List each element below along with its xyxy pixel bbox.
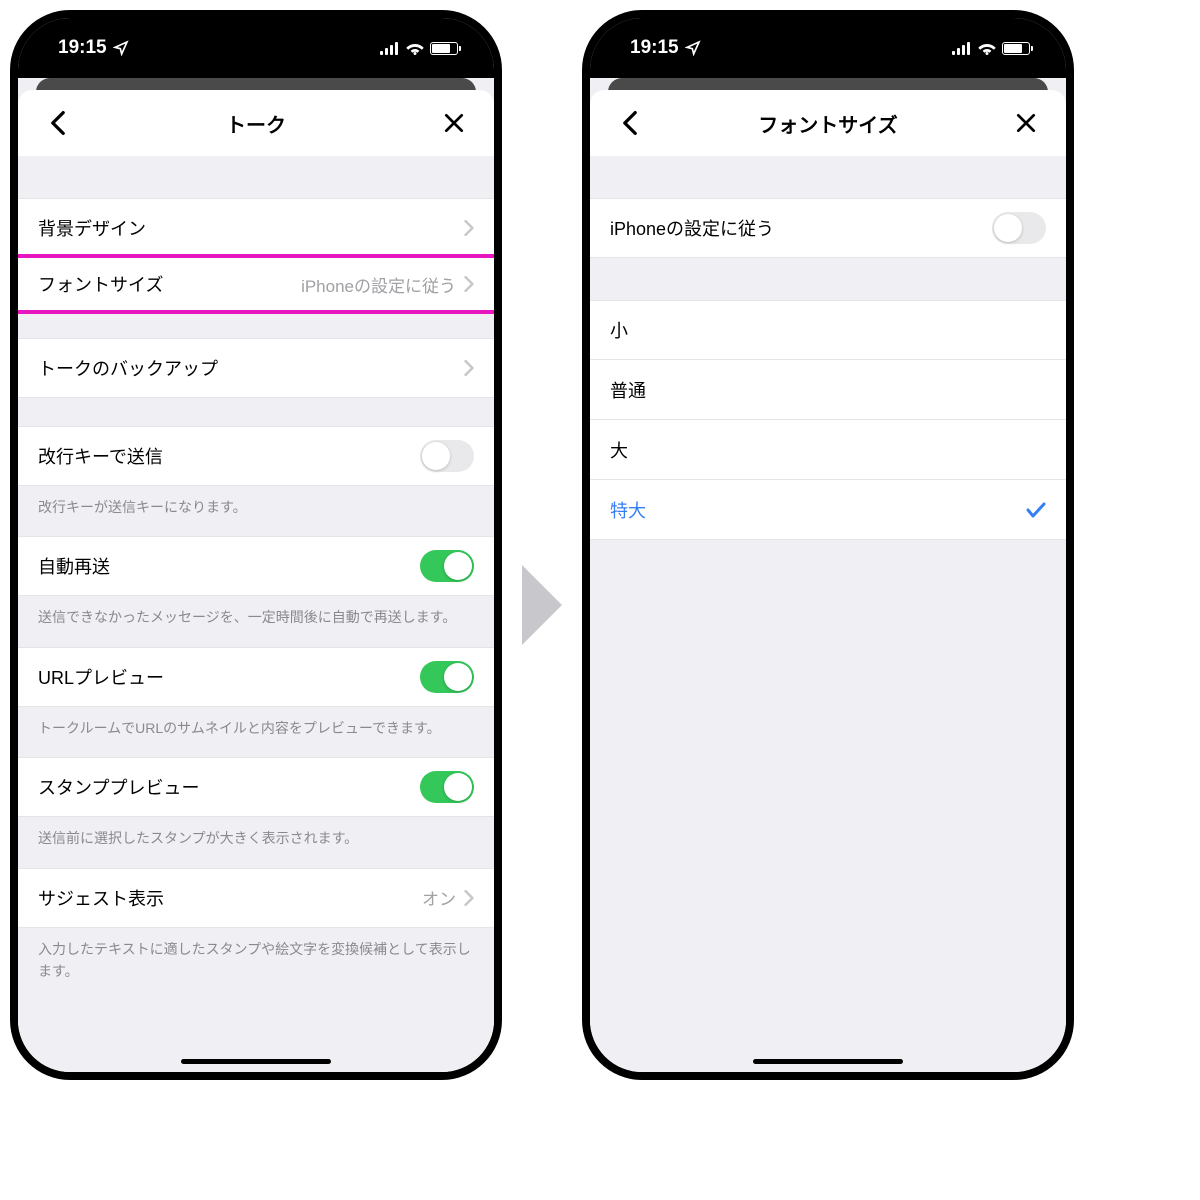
location-icon: [113, 40, 129, 56]
back-button[interactable]: [610, 103, 650, 143]
row-follow-iphone: iPhoneの設定に従う: [590, 198, 1066, 258]
row-value: オン: [422, 885, 456, 910]
row-description: 改行キーが送信キーになります。: [18, 486, 494, 536]
chevron-left-icon: [49, 110, 67, 136]
wifi-icon: [978, 42, 996, 55]
page-title: トーク: [226, 109, 286, 138]
row-suggest[interactable]: サジェスト表示 オン: [18, 868, 494, 928]
home-indicator[interactable]: [753, 1059, 903, 1064]
row-label: URLプレビュー: [38, 664, 420, 690]
flow-arrow: [512, 70, 572, 1140]
status-bar: 19:15: [590, 18, 1066, 78]
nav-bar: トーク: [18, 90, 494, 156]
row-label: 改行キーで送信: [38, 443, 420, 469]
option-xlarge[interactable]: 特大: [590, 480, 1066, 540]
row-auto-resend: 自動再送: [18, 536, 494, 596]
toggle-follow-iphone[interactable]: [992, 212, 1046, 244]
status-time: 19:15: [630, 37, 679, 59]
status-bar: 19:15: [18, 18, 494, 78]
arrow-right-icon: [517, 560, 567, 650]
chevron-right-icon: [464, 890, 474, 906]
row-enter-to-send: 改行キーで送信: [18, 426, 494, 486]
battery-icon: [430, 42, 458, 55]
row-description: 送信できなかったメッセージを、一定時間後に自動で再送します。: [18, 596, 494, 646]
wifi-icon: [406, 42, 424, 55]
close-button[interactable]: [1006, 103, 1046, 143]
close-icon: [1015, 112, 1037, 134]
toggle-stamp-preview[interactable]: [420, 771, 474, 803]
chevron-right-icon: [464, 360, 474, 376]
row-value: iPhoneの設定に従う: [301, 272, 456, 297]
row-url-preview: URLプレビュー: [18, 647, 494, 707]
close-icon: [443, 112, 465, 134]
option-small[interactable]: 小: [590, 300, 1066, 360]
page-title: フォントサイズ: [758, 109, 897, 138]
chevron-right-icon: [464, 220, 474, 236]
option-label: 小: [610, 317, 1046, 343]
toggle-auto-resend[interactable]: [420, 550, 474, 582]
option-label: 普通: [610, 377, 1046, 403]
row-label: フォントサイズ: [38, 271, 301, 297]
location-icon: [685, 40, 701, 56]
option-normal[interactable]: 普通: [590, 360, 1066, 420]
row-talk-backup[interactable]: トークのバックアップ: [18, 338, 494, 398]
row-description: 入力したテキストに適したスタンプや絵文字を変換候補として表示します。: [18, 928, 494, 1001]
signal-icon: [952, 42, 972, 55]
battery-icon: [1002, 42, 1030, 55]
chevron-left-icon: [621, 110, 639, 136]
row-label: サジェスト表示: [38, 885, 422, 911]
chevron-right-icon: [464, 276, 474, 292]
row-label: iPhoneの設定に従う: [610, 215, 992, 241]
row-description: 送信前に選択したスタンプが大きく表示されます。: [18, 817, 494, 867]
close-button[interactable]: [434, 103, 474, 143]
phone-right: 19:15 フォントサイズ: [582, 10, 1074, 1080]
row-stamp-preview: スタンププレビュー: [18, 757, 494, 817]
option-large[interactable]: 大: [590, 420, 1066, 480]
nav-bar: フォントサイズ: [590, 90, 1066, 156]
checkmark-icon: [1026, 502, 1046, 518]
row-background-design[interactable]: 背景デザイン: [18, 198, 494, 258]
row-label: トークのバックアップ: [38, 355, 464, 381]
row-label: スタンププレビュー: [38, 774, 420, 800]
toggle-url-preview[interactable]: [420, 661, 474, 693]
row-font-size[interactable]: フォントサイズ iPhoneの設定に従う: [18, 254, 494, 314]
option-label: 大: [610, 437, 1046, 463]
status-time: 19:15: [58, 37, 107, 59]
signal-icon: [380, 42, 400, 55]
row-label: 背景デザイン: [38, 215, 464, 241]
back-button[interactable]: [38, 103, 78, 143]
row-label: 自動再送: [38, 553, 420, 579]
row-description: トークルームでURLのサムネイルと内容をプレビューできます。: [18, 707, 494, 757]
option-label: 特大: [610, 497, 1026, 523]
toggle-enter-to-send[interactable]: [420, 440, 474, 472]
home-indicator[interactable]: [181, 1059, 331, 1064]
phone-left: 19:15 トーク: [10, 10, 502, 1080]
